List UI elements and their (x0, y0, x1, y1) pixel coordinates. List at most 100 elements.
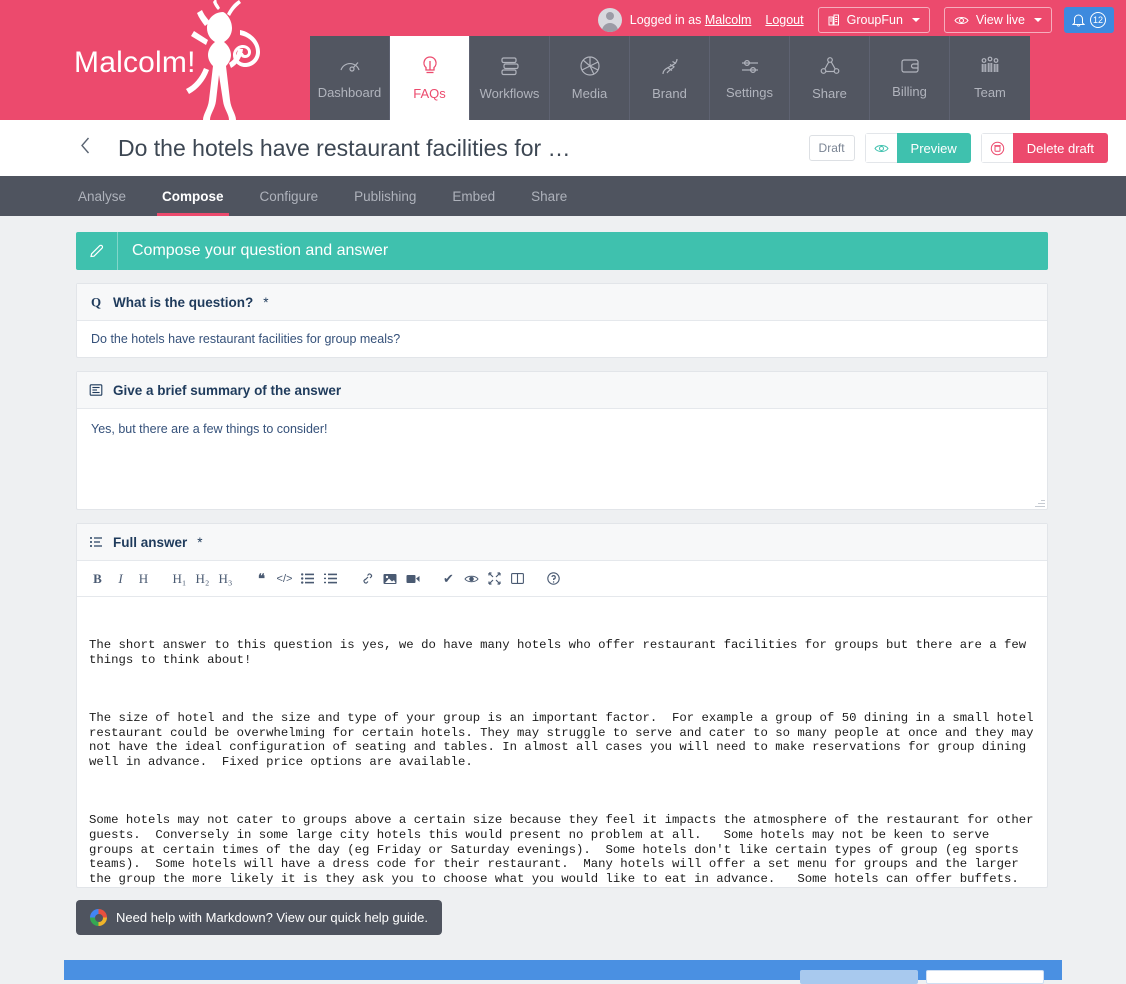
question-label: What is the question? (113, 294, 254, 310)
nav-item-billing[interactable]: Billing (870, 36, 950, 120)
nav-label: Workflows (479, 85, 540, 101)
logout-link[interactable]: Logout (765, 13, 803, 27)
chevron-down-icon (1034, 18, 1042, 22)
markdown-help-label: Need help with Markdown? View our quick … (116, 910, 428, 925)
question-card: Q What is the question? * Do the hotels … (76, 283, 1048, 358)
delete-label: Delete draft (1012, 133, 1108, 163)
markdown-toolbar: B I H H₁ H₂ H₃ ❝ </> ✔ (77, 561, 1047, 597)
footer-action-bar (64, 960, 1062, 984)
nav-item-dashboard[interactable]: Dashboard (310, 36, 390, 120)
notification-count-badge: 12 (1090, 12, 1106, 28)
paragraph-icon (89, 384, 103, 396)
org-selector[interactable]: GroupFun (817, 7, 930, 33)
summary-card-header: Give a brief summary of the answer (77, 372, 1047, 409)
eye-icon (954, 16, 969, 24)
building-icon (828, 14, 839, 26)
trash-circle-icon (990, 141, 1004, 155)
fullscreen-icon[interactable] (483, 566, 506, 592)
markdown-help-button[interactable]: Need help with Markdown? View our quick … (76, 900, 442, 935)
code-icon[interactable]: </> (273, 566, 296, 592)
nav-item-brand[interactable]: Brand (630, 36, 710, 120)
nav-item-team[interactable]: Team (950, 36, 1030, 120)
footer-secondary-button[interactable] (926, 970, 1044, 984)
resize-handle[interactable] (1035, 497, 1045, 507)
eye-icon (873, 144, 889, 152)
subtab-compose[interactable]: Compose (144, 176, 242, 216)
full-answer-editor[interactable]: The short answer to this question is yes… (77, 597, 1047, 887)
nav-label: Brand (652, 85, 687, 101)
italic-icon[interactable]: I (109, 566, 132, 592)
account-bar: Logged in as Malcolm Logout GroupFun Vie… (597, 6, 1114, 34)
delete-draft-button[interactable]: Delete draft (980, 133, 1108, 163)
nav-item-media[interactable]: Media (550, 36, 630, 120)
nav-item-faqs[interactable]: FAQs (390, 36, 470, 120)
back-button[interactable] (80, 137, 91, 160)
preview-eye-icon[interactable] (460, 566, 483, 592)
heading-2-icon[interactable]: H₂ (191, 566, 214, 592)
layers-icon (500, 56, 519, 75)
answer-paragraph: Some hotels may not cater to groups abov… (89, 813, 1034, 887)
nav-label: Share (812, 85, 847, 101)
preview-button[interactable]: Preview (864, 133, 971, 163)
subtab-publishing[interactable]: Publishing (336, 176, 434, 216)
compose-content: Compose your question and answer Q What … (0, 216, 1126, 935)
help-icon[interactable] (542, 566, 565, 592)
preview-icon-box (864, 133, 897, 163)
nav-label: FAQs (413, 86, 446, 101)
answer-paragraph: The short answer to this question is yes… (89, 638, 1034, 667)
view-live-label: View live (975, 13, 1025, 27)
gauge-icon (339, 62, 360, 72)
preview-label: Preview (896, 133, 971, 163)
logged-in-label: Logged in as Malcolm (630, 13, 752, 27)
pencil-icon (89, 244, 103, 258)
nav-label: Media (571, 86, 608, 101)
heading-icon[interactable]: H (132, 566, 155, 592)
subtab-share[interactable]: Share (513, 176, 585, 216)
main-navigation: Dashboard FAQs Workflows Media Brand Set… (310, 36, 1030, 120)
bell-icon (1072, 14, 1085, 27)
username-link[interactable]: Malcolm (705, 13, 752, 27)
color-ring-icon (90, 909, 107, 926)
monkey-logo-icon (186, 0, 260, 120)
sliders-icon (741, 59, 758, 73)
org-name: GroupFun (846, 13, 903, 27)
list-icon (90, 537, 102, 547)
subtab-configure[interactable]: Configure (242, 176, 337, 216)
link-icon[interactable] (355, 566, 378, 592)
view-live-selector[interactable]: View live (943, 7, 1052, 33)
compose-section-title: Compose your question and answer (132, 242, 389, 259)
app-header: Malcolm! Logged in as Malcolm Logout Gro… (0, 0, 1126, 120)
notifications-button[interactable]: 12 (1064, 7, 1114, 33)
nav-label: Settings (726, 84, 773, 100)
full-answer-label: Full answer (113, 534, 188, 550)
check-icon[interactable]: ✔ (437, 566, 460, 592)
subtab-analyse[interactable]: Analyse (60, 176, 144, 216)
unordered-list-icon[interactable] (296, 566, 319, 592)
pencil-icon-box (76, 232, 118, 270)
video-icon[interactable] (401, 566, 424, 592)
question-input[interactable]: Do the hotels have restaurant facilities… (77, 321, 1047, 357)
ordered-list-icon[interactable] (319, 566, 342, 592)
bold-icon[interactable]: B (86, 566, 109, 592)
summary-textarea[interactable]: Yes, but there are a few things to consi… (77, 409, 1047, 509)
image-icon[interactable] (378, 566, 401, 592)
nav-item-settings[interactable]: Settings (710, 36, 790, 120)
answer-paragraph: The size of hotel and the size and type … (89, 711, 1041, 769)
footer-primary-button[interactable] (800, 970, 918, 984)
page-title: Do the hotels have restaurant facilities… (118, 134, 571, 161)
logged-in-prefix: Logged in as (629, 13, 705, 27)
heading-1-icon[interactable]: H₁ (168, 566, 191, 592)
dna-icon (661, 58, 678, 74)
q-letter-icon: Q (91, 295, 101, 309)
nav-item-share[interactable]: Share (790, 36, 870, 120)
nav-item-workflows[interactable]: Workflows (470, 36, 550, 120)
subtab-embed[interactable]: Embed (434, 176, 513, 216)
chevron-left-icon (81, 137, 90, 154)
heading-3-icon[interactable]: H₃ (214, 566, 237, 592)
page-actions: Draft Preview Delete draft (808, 133, 1108, 163)
quote-icon[interactable]: ❝ (250, 566, 273, 592)
avatar (597, 8, 622, 32)
summary-value: Yes, but there are a few things to consi… (91, 422, 328, 436)
question-required-mark: * (263, 294, 269, 310)
side-by-side-icon[interactable] (506, 566, 529, 592)
